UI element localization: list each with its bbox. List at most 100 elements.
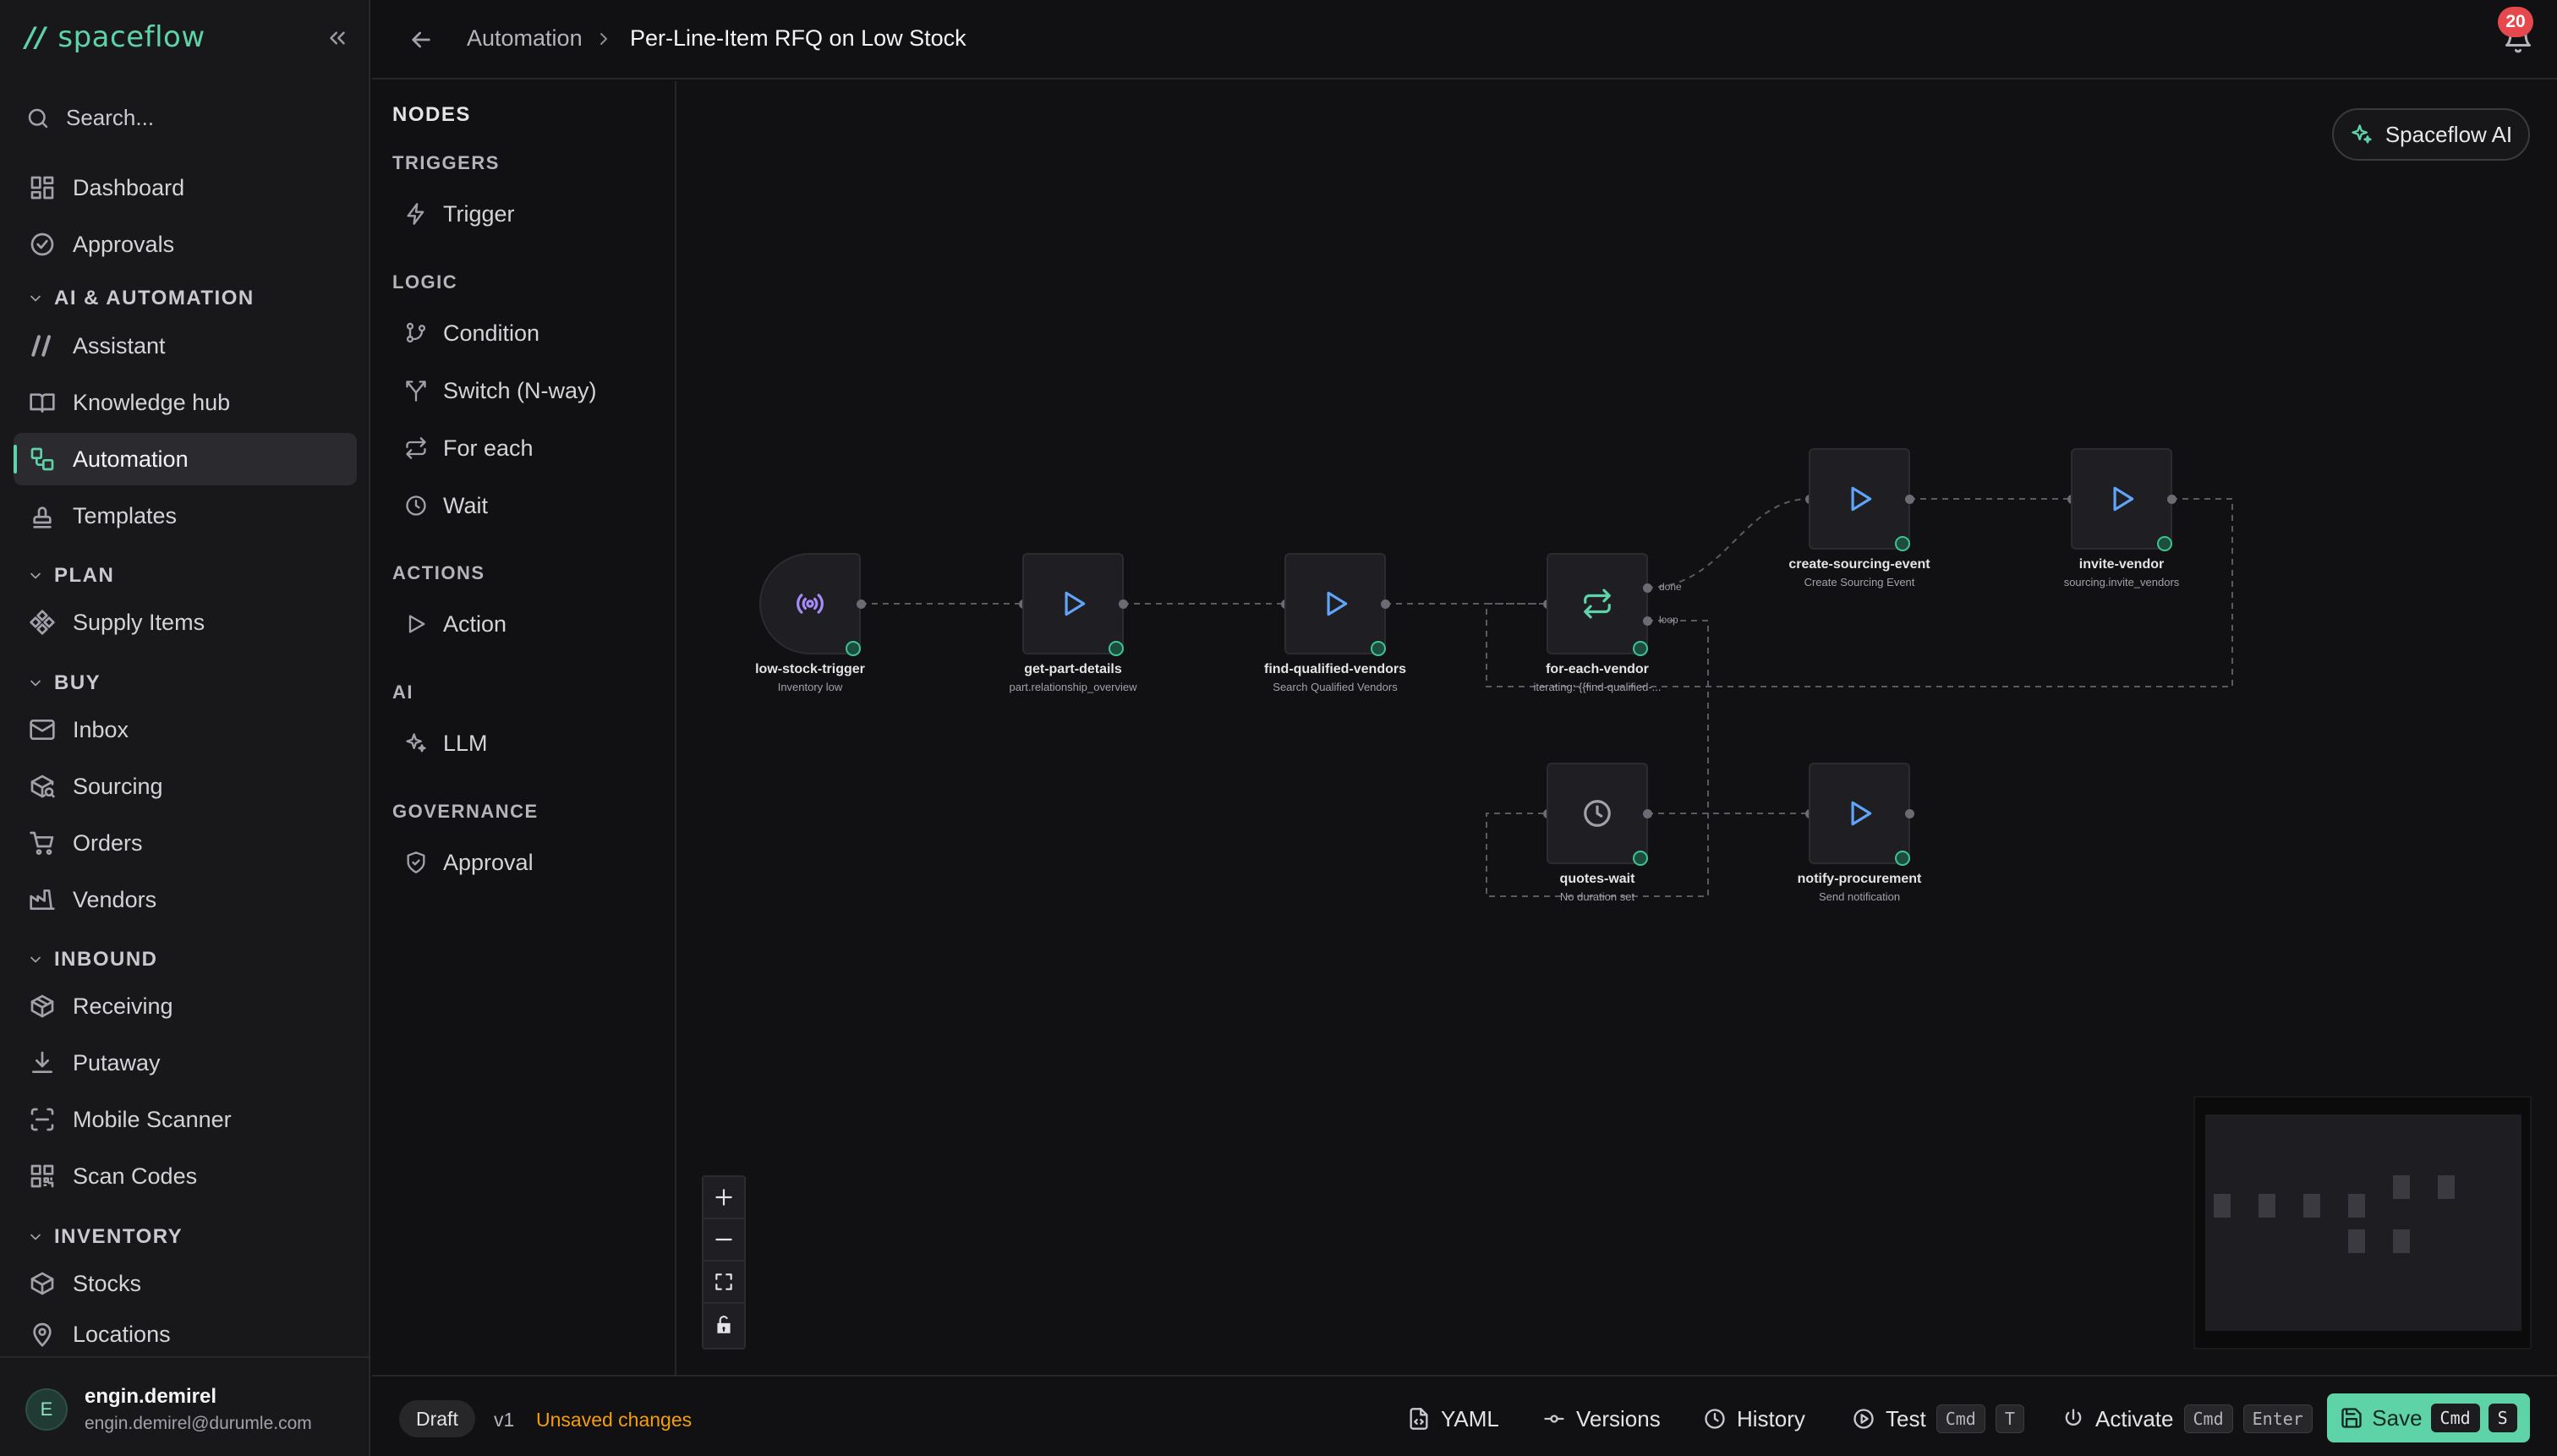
minimap-viewport[interactable] (2205, 1114, 2521, 1331)
edge-done-to-create-sourcing (1646, 498, 1810, 588)
test-label: Test (1886, 1405, 1926, 1431)
node-name: for-each-vendor (1546, 662, 1649, 676)
save-label: Save (2372, 1404, 2423, 1431)
minus-icon (715, 1238, 732, 1241)
activate-button[interactable]: Activate Cmd Enter (2061, 1400, 2313, 1437)
kbd-cmd: Cmd (2183, 1404, 2233, 1433)
history-label: History (1737, 1405, 1805, 1431)
loop-port[interactable] (1643, 616, 1652, 626)
sparkles-icon (2352, 124, 2372, 144)
node-name: low-stock-trigger (755, 662, 865, 676)
minimap-node (2393, 1229, 2410, 1253)
play-icon (1327, 591, 1348, 616)
node-subtitle: part.relationship_overview (1009, 681, 1137, 693)
versions-button[interactable]: Versions (1542, 1400, 1661, 1437)
node-subtitle: Create Sourcing Event (1804, 576, 1915, 588)
fullscreen-icon (715, 1273, 732, 1290)
kbd-enter: Enter (2242, 1404, 2313, 1433)
node-subtitle: Search Qualified Vendors (1273, 681, 1398, 693)
status-ok-indicator (1633, 851, 1648, 866)
node-subtitle: No duration set (1559, 890, 1635, 903)
output-port[interactable] (1905, 495, 1914, 504)
kbd-t: T (1995, 1404, 2024, 1433)
history-button[interactable]: History (1703, 1400, 1805, 1437)
git-commit-icon (1544, 1415, 1564, 1423)
output-port[interactable] (1119, 599, 1128, 609)
play-icon (1065, 591, 1086, 616)
node-name: get-part-details (1024, 662, 1122, 676)
node-name: find-qualified-vendors (1264, 662, 1406, 676)
unsaved-changes-label: Unsaved changes (536, 1409, 693, 1431)
node-name: quotes-wait (1559, 872, 1635, 886)
node-for-each-vendor[interactable] (1547, 553, 1648, 656)
kbd-cmd: Cmd (1936, 1404, 1985, 1433)
play-icon (2113, 486, 2134, 512)
unlock-icon (717, 1316, 731, 1333)
editor-footer: Draft v1 Unsaved changes YAML Versions H… (372, 1375, 2557, 1456)
power-icon (2065, 1409, 2082, 1426)
versions-label: Versions (1576, 1405, 1661, 1431)
clock-icon (1584, 800, 1611, 827)
repeat-icon (1584, 588, 1611, 619)
loop-port-label: loop (1659, 614, 1678, 626)
minimap-node (2214, 1194, 2231, 1218)
output-port[interactable] (1643, 809, 1652, 818)
yaml-button[interactable]: YAML (1407, 1400, 1499, 1437)
kbd-s: S (2488, 1404, 2517, 1432)
status-ok-indicator (1633, 641, 1648, 656)
save-button[interactable]: Save Cmd S (2327, 1393, 2530, 1442)
output-port[interactable] (857, 599, 866, 609)
node-subtitle: Inventory low (777, 681, 843, 693)
minimap[interactable] (2193, 1096, 2532, 1349)
play-circle-icon (1853, 1409, 1874, 1429)
status-ok-indicator (1895, 536, 1910, 551)
node-notify-procurement[interactable] (1809, 763, 1910, 866)
minimap-node (2438, 1175, 2455, 1199)
test-button[interactable]: Test Cmd T (1852, 1400, 2024, 1437)
plus-icon (715, 1189, 732, 1206)
play-icon (1851, 486, 1872, 512)
zoom-out-button[interactable] (704, 1219, 744, 1262)
node-create-sourcing-event[interactable] (1809, 448, 1910, 551)
fit-view-button[interactable] (704, 1262, 744, 1304)
save-icon (2341, 1408, 2362, 1428)
workflow-edges (861, 498, 2233, 897)
zoom-in-button[interactable] (704, 1177, 744, 1219)
minimap-node (2348, 1194, 2365, 1218)
status-ok-indicator (1109, 641, 1124, 656)
spaceflow-ai-label: Spaceflow AI (2385, 121, 2513, 147)
status-ok-indicator (2157, 536, 2172, 551)
activate-label: Activate (2095, 1405, 2174, 1431)
node-subtitle: Send notification (1818, 890, 1901, 903)
status-ok-indicator (846, 641, 861, 656)
status-ok-indicator (1371, 641, 1386, 656)
node-find-qualified-vendors[interactable] (1284, 553, 1386, 656)
output-port[interactable] (2167, 495, 2176, 504)
clock-icon (1705, 1409, 1725, 1429)
kbd-cmd: Cmd (2430, 1404, 2480, 1432)
node-name: invite-vendor (2078, 557, 2165, 572)
node-subtitle: sourcing.invite_vendors (2063, 576, 2180, 588)
broadcast-icon (797, 594, 824, 614)
minimap-node (2348, 1229, 2365, 1253)
play-icon (1851, 801, 1872, 826)
node-low-stock-trigger[interactable] (759, 553, 861, 656)
node-invite-vendor[interactable] (2071, 448, 2172, 551)
status-badge: Draft (399, 1400, 475, 1437)
done-port-label: done (1659, 581, 1682, 593)
spaceflow-ai-button[interactable]: Spaceflow AI (2332, 108, 2530, 161)
lock-button[interactable] (704, 1304, 744, 1346)
node-quotes-wait[interactable] (1547, 763, 1648, 866)
file-code-icon (1410, 1408, 1428, 1430)
status-ok-indicator (1895, 851, 1910, 866)
version-label: v1 (494, 1409, 515, 1431)
done-port[interactable] (1643, 583, 1652, 593)
yaml-label: YAML (1441, 1405, 1499, 1431)
node-get-part-details[interactable] (1022, 553, 1124, 656)
automation-editor: { "brand": { "name": "spaceflow", "mark"… (0, 0, 2557, 1456)
node-name: create-sourcing-event (1788, 557, 1930, 572)
node-name: notify-procurement (1797, 872, 1922, 886)
output-port[interactable] (1905, 809, 1914, 818)
minimap-node (2259, 1194, 2275, 1218)
output-port[interactable] (1381, 599, 1390, 609)
